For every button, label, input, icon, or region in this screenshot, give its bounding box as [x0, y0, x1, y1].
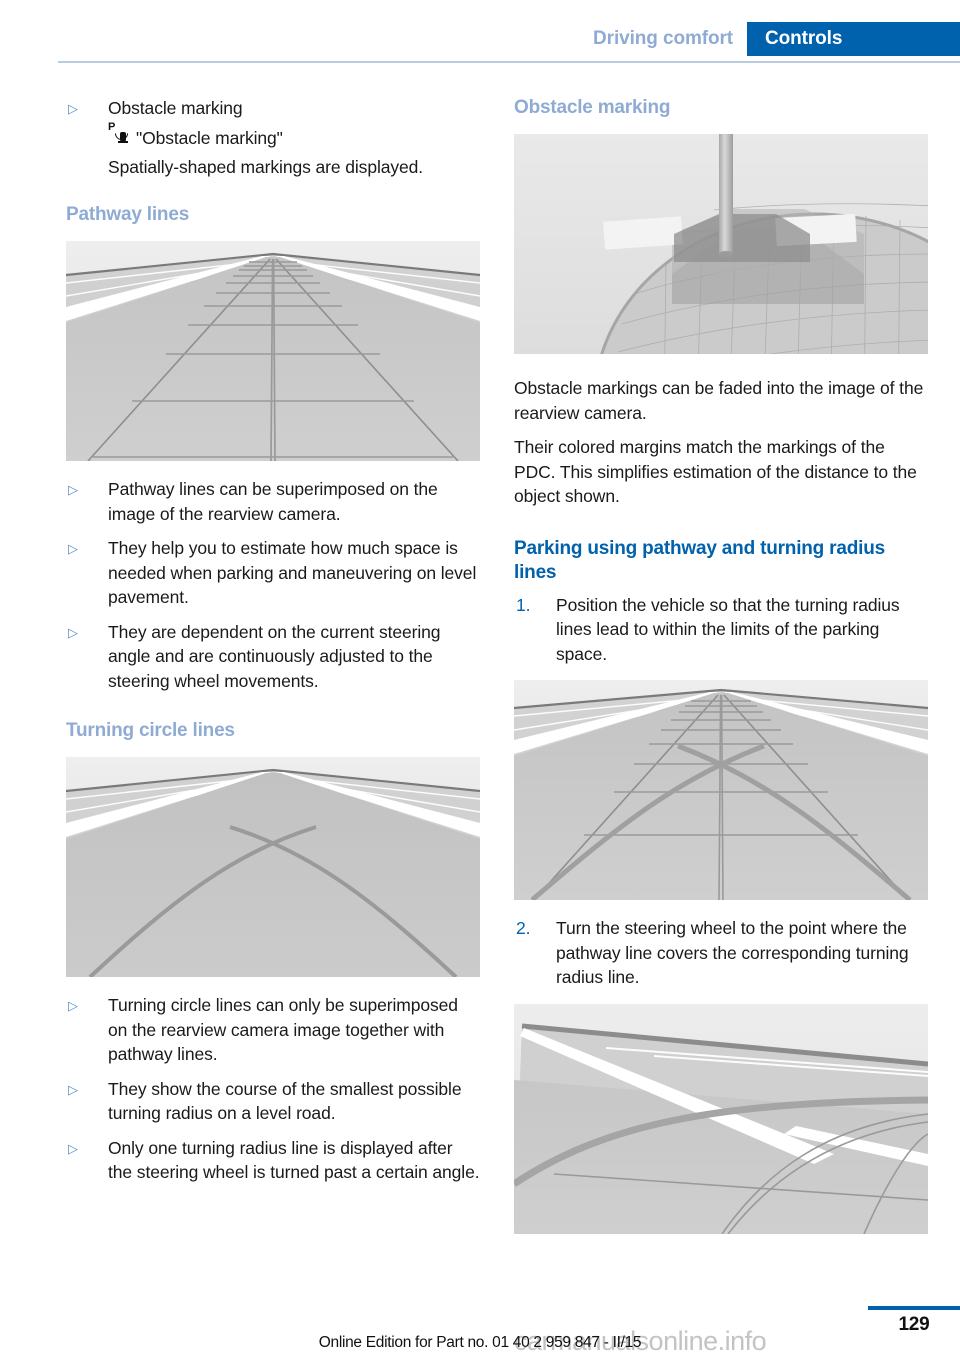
turning-circle-lines-figure	[66, 757, 480, 977]
obstacle-marking-figure	[514, 134, 928, 354]
obstacle-marking-note: Spatially-shaped markings are displayed.	[108, 156, 424, 177]
triangle-bullet-icon: ▷	[68, 624, 78, 640]
heading-turning-circle-lines: Turning circle lines	[66, 720, 235, 741]
bullet-text: Obstacle marking	[108, 98, 243, 118]
bullet-text: They show the course of the smallest pos…	[108, 1078, 462, 1124]
list-item: 1. Position the vehicle so that the turn…	[514, 593, 928, 667]
pathway-lines-figure	[66, 241, 480, 461]
step-text: Position the vehicle so that the turning…	[556, 594, 900, 664]
heading-pathway-lines: Pathway lines	[66, 204, 190, 225]
bullet-text: They help you to estimate how much space…	[108, 538, 477, 607]
turning-bullets: ▷ Turning circle lines can only be super…	[66, 993, 480, 1185]
step-number: 2.	[516, 918, 531, 938]
list-item: ▷ They are dependent on the current stee…	[66, 620, 480, 694]
list-item: ▷ Pathway lines can be superimposed on t…	[66, 477, 480, 526]
bullet-text: Pathway lines can be superimposed on the…	[108, 479, 438, 524]
list-item: ▷ Turning circle lines can only be super…	[66, 993, 480, 1067]
right-column: Obstacle marking Obstacle markings can b…	[514, 96, 928, 1234]
triangle-bullet-icon: ▷	[68, 1081, 78, 1097]
bullet-text: Only one turning radius line is displaye…	[108, 1137, 480, 1183]
triangle-bullet-icon: ▷	[68, 101, 78, 116]
tab-controls-label: Controls	[765, 28, 843, 49]
parking-step2-figure	[514, 1003, 928, 1234]
list-item: ▷ Only one turning radius line is displa…	[66, 1136, 480, 1185]
obstacle-paragraph: Their colored margins match the markings…	[514, 437, 917, 506]
page-number: 129	[898, 1314, 930, 1335]
heading-parking-pathway-turning: Parking using pathway and turning radius…	[514, 537, 885, 583]
bullet-text: Turning circle lines can only be superim…	[108, 995, 458, 1064]
triangle-bullet-icon: ▷	[68, 541, 78, 556]
tab-controls[interactable]: Controls	[747, 22, 960, 56]
list-item: ▷ They show the course of the smallest p…	[66, 1077, 480, 1126]
triangle-bullet-icon: ▷	[68, 998, 78, 1013]
triangle-bullet-icon: ▷	[68, 1140, 78, 1156]
step-text: Turn the steering wheel to the point whe…	[556, 918, 909, 987]
footer-rule	[868, 1306, 960, 1310]
document-page: Driving comfort Controls ▷ Obstacle mark…	[0, 0, 960, 1362]
heading-obstacle-marking: Obstacle marking	[514, 97, 671, 118]
list-item: ▷ Obstacle marking	[66, 96, 480, 122]
header-tabs: Driving comfort Controls	[575, 22, 960, 56]
obstacle-marking-icon-line: P "Obstacle marking"	[108, 122, 480, 151]
pathway-bullets: ▷ Pathway lines can be superimposed on t…	[66, 477, 480, 693]
triangle-bullet-icon: ▷	[68, 482, 78, 497]
tab-driving-comfort-label: Driving comfort	[593, 28, 733, 49]
step-number: 1.	[516, 594, 531, 615]
footer-edition-text: Online Edition for Part no. 01 40 2 959 …	[318, 1334, 642, 1351]
list-item: 2. Turn the steering wheel to the point …	[514, 916, 928, 990]
list-item: ▷ They help you to estimate how much spa…	[66, 536, 480, 610]
bullet-text: They are dependent on the current steeri…	[108, 621, 441, 691]
tab-driving-comfort[interactable]: Driving comfort	[575, 22, 747, 56]
page-header: Driving comfort Controls	[0, 0, 960, 63]
obstacle-paragraph: Obstacle markings can be faded into the …	[514, 378, 924, 423]
obstacle-marking-caption: "Obstacle marking"	[136, 128, 283, 148]
pdc-obstacle-marking-icon: P	[108, 122, 131, 144]
header-divider	[58, 61, 960, 63]
left-column: ▷ Obstacle marking P "Obstacle marking" …	[66, 96, 480, 1195]
parking-step1-figure	[514, 680, 928, 900]
